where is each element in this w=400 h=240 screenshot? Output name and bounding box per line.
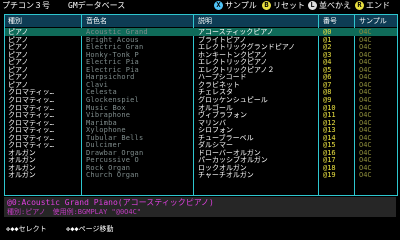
table-row[interactable]: オルガン Rock Organ ロックオルガン @18 O4C bbox=[5, 164, 397, 172]
table-row[interactable]: オルガン Percussive O パーカッシブオルガン @17 O4C bbox=[5, 156, 397, 164]
x-button-icon[interactable]: X bbox=[214, 1, 223, 10]
select-hint: ✥◆◆セレクト bbox=[6, 225, 47, 233]
sample-button[interactable]: サンプル bbox=[225, 0, 257, 11]
table-row[interactable]: ピアノ Electric Pia エレクトリックピアノ２ @5 O4C bbox=[5, 66, 397, 74]
table-row[interactable]: オルガン Drawbar Organ ドローバーオルガン @16 O4C bbox=[5, 149, 397, 157]
column-header-description[interactable]: 説明 bbox=[198, 15, 212, 27]
b-button-icon[interactable]: B bbox=[262, 1, 271, 10]
table-row[interactable]: クロマティッ… Dulcimer ダルシマー @15 O4C bbox=[5, 141, 397, 149]
table-row[interactable]: ピアノ Clavi クラビネット @7 O4C bbox=[5, 81, 397, 89]
column-header-tone[interactable]: 音色名 bbox=[86, 15, 107, 27]
sort-button[interactable]: 並べかえ bbox=[319, 0, 351, 11]
table-row[interactable]: ピアノ Acoustic Grand アコースティックピアノ @0 O4C bbox=[5, 28, 397, 36]
reset-button[interactable]: リセット bbox=[273, 0, 305, 11]
table-row[interactable]: クロマティッ… Music Box オルゴール @10 O4C bbox=[5, 104, 397, 112]
description-cell: チャーチオルガン bbox=[198, 171, 254, 180]
number-cell: @19 bbox=[323, 171, 336, 180]
detail-usage: 種別:ピアノ 使用例:BGMPLAY "@0O4C" bbox=[7, 208, 142, 216]
table-row[interactable]: クロマティッ… Celesta チェレスタ @8 O4C bbox=[5, 88, 397, 96]
table-row[interactable]: クロマティッ… Vibraphone ヴィブラフォン @11 O4C bbox=[5, 111, 397, 119]
instrument-table: 種別 音色名 説明 番号 サンプル ピアノ Acoustic Grand アコーステ… bbox=[4, 14, 398, 196]
top-bar: プチコン３号 GMデータベース X サンプル B リセット L 並べかえ R エ… bbox=[0, 0, 400, 11]
detail-title: @0:Acoustic Grand Piano(アコースティックピアノ) bbox=[7, 198, 214, 207]
table-row[interactable]: ピアノ Bright Acous ブライトピアノ @1 O4C bbox=[5, 36, 397, 44]
sample-cell: O4C bbox=[359, 171, 372, 180]
table-row[interactable]: クロマティッ… Marimba マリンバ @12 O4C bbox=[5, 119, 397, 127]
table-row[interactable]: ピアノ Electric Pia エレクトリックピアノ @4 O4C bbox=[5, 58, 397, 66]
table-header: 種別 音色名 説明 番号 サンプル bbox=[5, 15, 397, 27]
table-row[interactable]: ピアノ Honky-Tonk P ホンキートンクピアノ @3 O4C bbox=[5, 51, 397, 59]
page-hint: ✥◆◆ページ移動 bbox=[66, 225, 114, 233]
footer-hints: ✥◆◆セレクト ✥◆◆ページ移動 bbox=[4, 222, 396, 236]
table-row[interactable]: クロマティッ… Glockenspiel グロッケンシュピール @9 O4C bbox=[5, 96, 397, 104]
category-cell: オルガン bbox=[8, 171, 36, 180]
table-row[interactable]: ピアノ Electric Gran エレクトリックグランドピアノ @2 O4C bbox=[5, 43, 397, 51]
end-button[interactable]: エンド bbox=[366, 0, 390, 11]
table-row[interactable]: クロマティッ… Xylophone シロフォン @13 O4C bbox=[5, 126, 397, 134]
l-button-icon[interactable]: L bbox=[308, 1, 317, 10]
detail-panel: @0:Acoustic Grand Piano(アコースティックピアノ) 種別:… bbox=[4, 197, 396, 217]
table-row[interactable]: ピアノ Harpsichord ハープシコード @6 O4C bbox=[5, 73, 397, 81]
r-button-icon[interactable]: R bbox=[355, 1, 364, 10]
tone-name-cell: Church Organ bbox=[86, 171, 139, 180]
column-header-category[interactable]: 種別 bbox=[8, 15, 22, 27]
column-header-number[interactable]: 番号 bbox=[323, 15, 337, 27]
app-title: プチコン３号 bbox=[2, 1, 50, 10]
app-subtitle: GMデータベース bbox=[68, 1, 126, 10]
table-row[interactable]: オルガン Church Organ チャーチオルガン @19 O4C bbox=[5, 171, 397, 179]
column-header-sample[interactable]: サンプル bbox=[359, 15, 387, 27]
table-row[interactable]: クロマティッ… Tubular Bells チューブラーベル @14 O4C bbox=[5, 134, 397, 142]
